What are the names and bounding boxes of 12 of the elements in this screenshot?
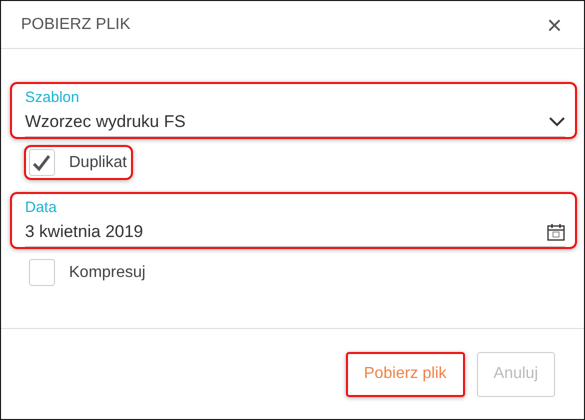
checkbox-label: Duplikat (69, 152, 127, 172)
template-dropdown[interactable]: Wzorzec wydruku FS (25, 107, 565, 137)
calendar-icon[interactable] (547, 222, 565, 240)
close-button[interactable]: × (544, 12, 564, 38)
checkbox[interactable] (29, 259, 55, 286)
field-label: Szablon (25, 88, 80, 107)
checkbox-label: Kompresuj (69, 262, 146, 282)
field-label: Data (25, 198, 58, 217)
chevron-down-icon[interactable] (549, 116, 565, 126)
dialog-title: POBIERZ PLIK (21, 14, 130, 34)
checkbox[interactable] (29, 149, 55, 176)
date-field[interactable]: 3 kwietnia 2019 (25, 217, 565, 247)
